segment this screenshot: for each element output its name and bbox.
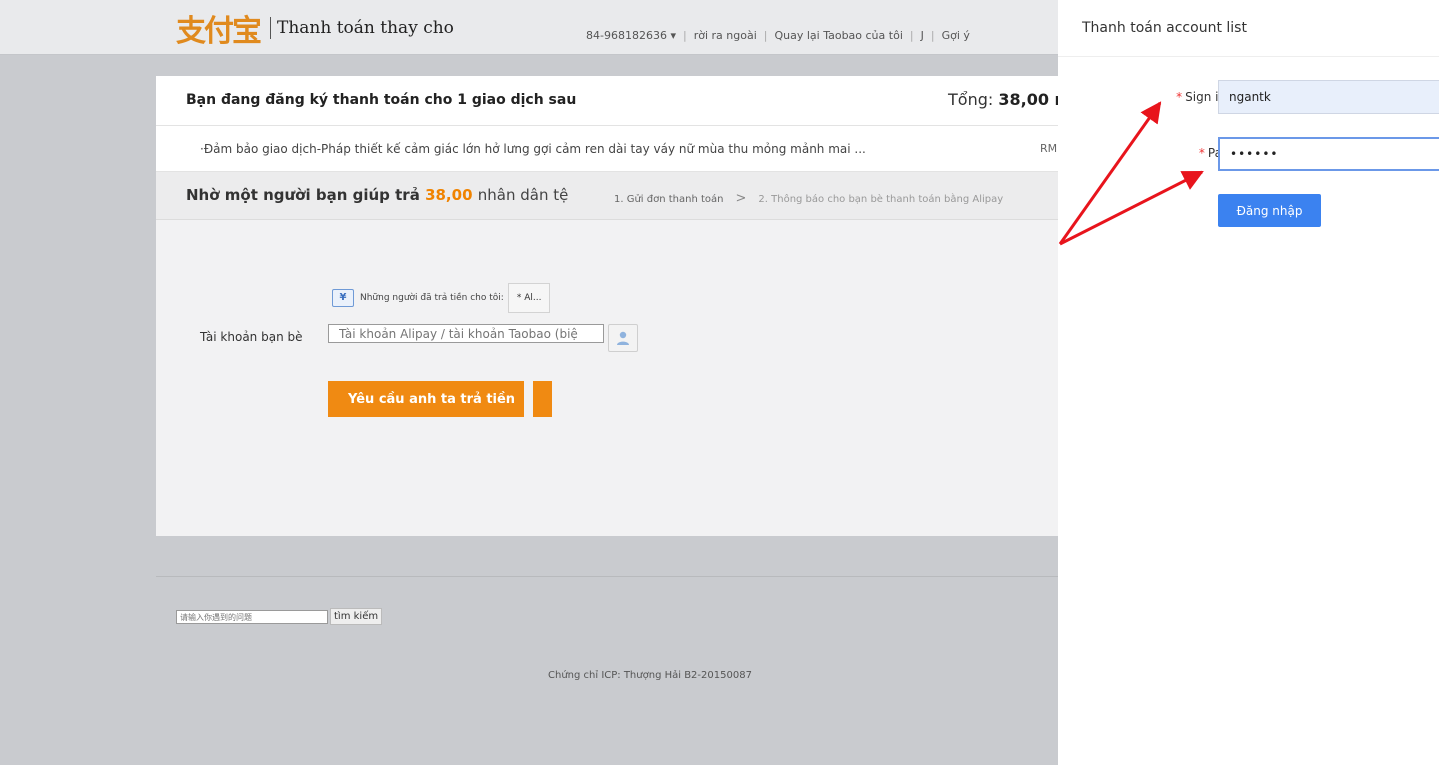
friend-account-label: Tài khoản bạn bè bbox=[200, 330, 303, 344]
previous-payers: ¥ Những người đã trả tiền cho tôi: * Al.… bbox=[332, 283, 551, 313]
page-title: Thanh toán thay cho bbox=[277, 18, 454, 38]
request-prefix: Nhờ một người bạn giúp trả bbox=[186, 186, 420, 204]
request-payment-button[interactable]: Yêu cầu anh ta trả tiền bbox=[328, 381, 524, 417]
step-1: 1. Gửi đơn thanh toán bbox=[614, 194, 724, 205]
payment-card: Bạn đang đăng ký thanh toán cho 1 giao d… bbox=[156, 76, 1066, 536]
nav-separator: | bbox=[682, 29, 687, 42]
nav-back-to-taobao[interactable]: Quay lại Taobao của tôi bbox=[774, 29, 902, 42]
help-search-input[interactable] bbox=[176, 610, 328, 624]
total-label: Tổng: bbox=[948, 90, 994, 109]
request-steps-row: Nhờ một người bạn giúp trả 38,00 nhân dâ… bbox=[156, 172, 1058, 220]
previous-payers-select[interactable]: * Al... bbox=[507, 283, 551, 313]
previous-payers-label: Những người đã trả tiền cho tôi: bbox=[360, 293, 504, 303]
footer-divider bbox=[156, 576, 1058, 577]
request-amount: 38,00 bbox=[425, 186, 473, 204]
person-icon bbox=[617, 331, 629, 345]
nav-account-dropdown[interactable]: 84-968182636 ▾ bbox=[586, 29, 676, 42]
icp-license: Chứng chỉ ICP: Thượng Hải B2-20150087 bbox=[548, 670, 752, 681]
yen-icon: ¥ bbox=[332, 289, 354, 307]
nav-j[interactable]: J bbox=[921, 29, 924, 42]
order-item-row: ·Đảm bảo giao dịch-Pháp thiết kế cảm giá… bbox=[156, 126, 1058, 172]
item-description[interactable]: ·Đảm bảo giao dịch-Pháp thiết kế cảm giá… bbox=[200, 142, 866, 156]
nav-suggestions[interactable]: Gợi ý bbox=[942, 29, 970, 42]
request-payment-button-edge[interactable] bbox=[533, 381, 552, 417]
progress-steps: 1. Gửi đơn thanh toán >2. Thông báo cho b… bbox=[614, 191, 1003, 206]
item-currency: RM bbox=[1040, 142, 1058, 155]
nav-logout[interactable]: rời ra ngoài bbox=[694, 29, 757, 42]
required-mark: * bbox=[1198, 146, 1205, 160]
step-2: 2. Thông báo cho bạn bè thanh toán bằng … bbox=[758, 194, 1004, 205]
logo-divider bbox=[270, 17, 271, 39]
top-nav: 84-968182636 ▾ | rời ra ngoài | Quay lại Tao… bbox=[586, 29, 970, 42]
password-input[interactable]: •••••• bbox=[1218, 137, 1439, 171]
nav-separator: | bbox=[763, 29, 768, 42]
login-panel-title: Thanh toán account list bbox=[1082, 20, 1247, 36]
step-separator: > bbox=[735, 191, 747, 206]
contact-picker-button[interactable] bbox=[608, 324, 638, 352]
nav-separator: | bbox=[909, 29, 914, 42]
request-summary: Nhờ một người bạn giúp trả 38,00 nhân dâ… bbox=[186, 186, 568, 204]
nav-separator: | bbox=[930, 29, 935, 42]
total-value: 38,00 n bbox=[998, 90, 1066, 109]
required-mark: * bbox=[1176, 90, 1183, 104]
help-search-button[interactable]: tìm kiếm bbox=[330, 608, 383, 625]
friend-account-input[interactable] bbox=[328, 324, 604, 343]
logo-mark: 支付宝 bbox=[176, 14, 262, 49]
alipay-logo[interactable]: 支付宝 Thanh toán thay cho bbox=[176, 10, 454, 49]
order-heading: Bạn đang đăng ký thanh toán cho 1 giao d… bbox=[186, 92, 577, 108]
login-panel: Thanh toán account list *Sign in name: n… bbox=[1058, 0, 1439, 765]
request-unit: nhân dân tệ bbox=[477, 186, 569, 204]
panel-divider bbox=[1058, 56, 1439, 57]
order-total: Tổng: 38,00 n bbox=[948, 90, 1066, 109]
username-input[interactable]: ngantk bbox=[1218, 80, 1439, 114]
login-button[interactable]: Đăng nhập bbox=[1218, 194, 1321, 227]
order-header: Bạn đang đăng ký thanh toán cho 1 giao d… bbox=[156, 76, 1066, 126]
